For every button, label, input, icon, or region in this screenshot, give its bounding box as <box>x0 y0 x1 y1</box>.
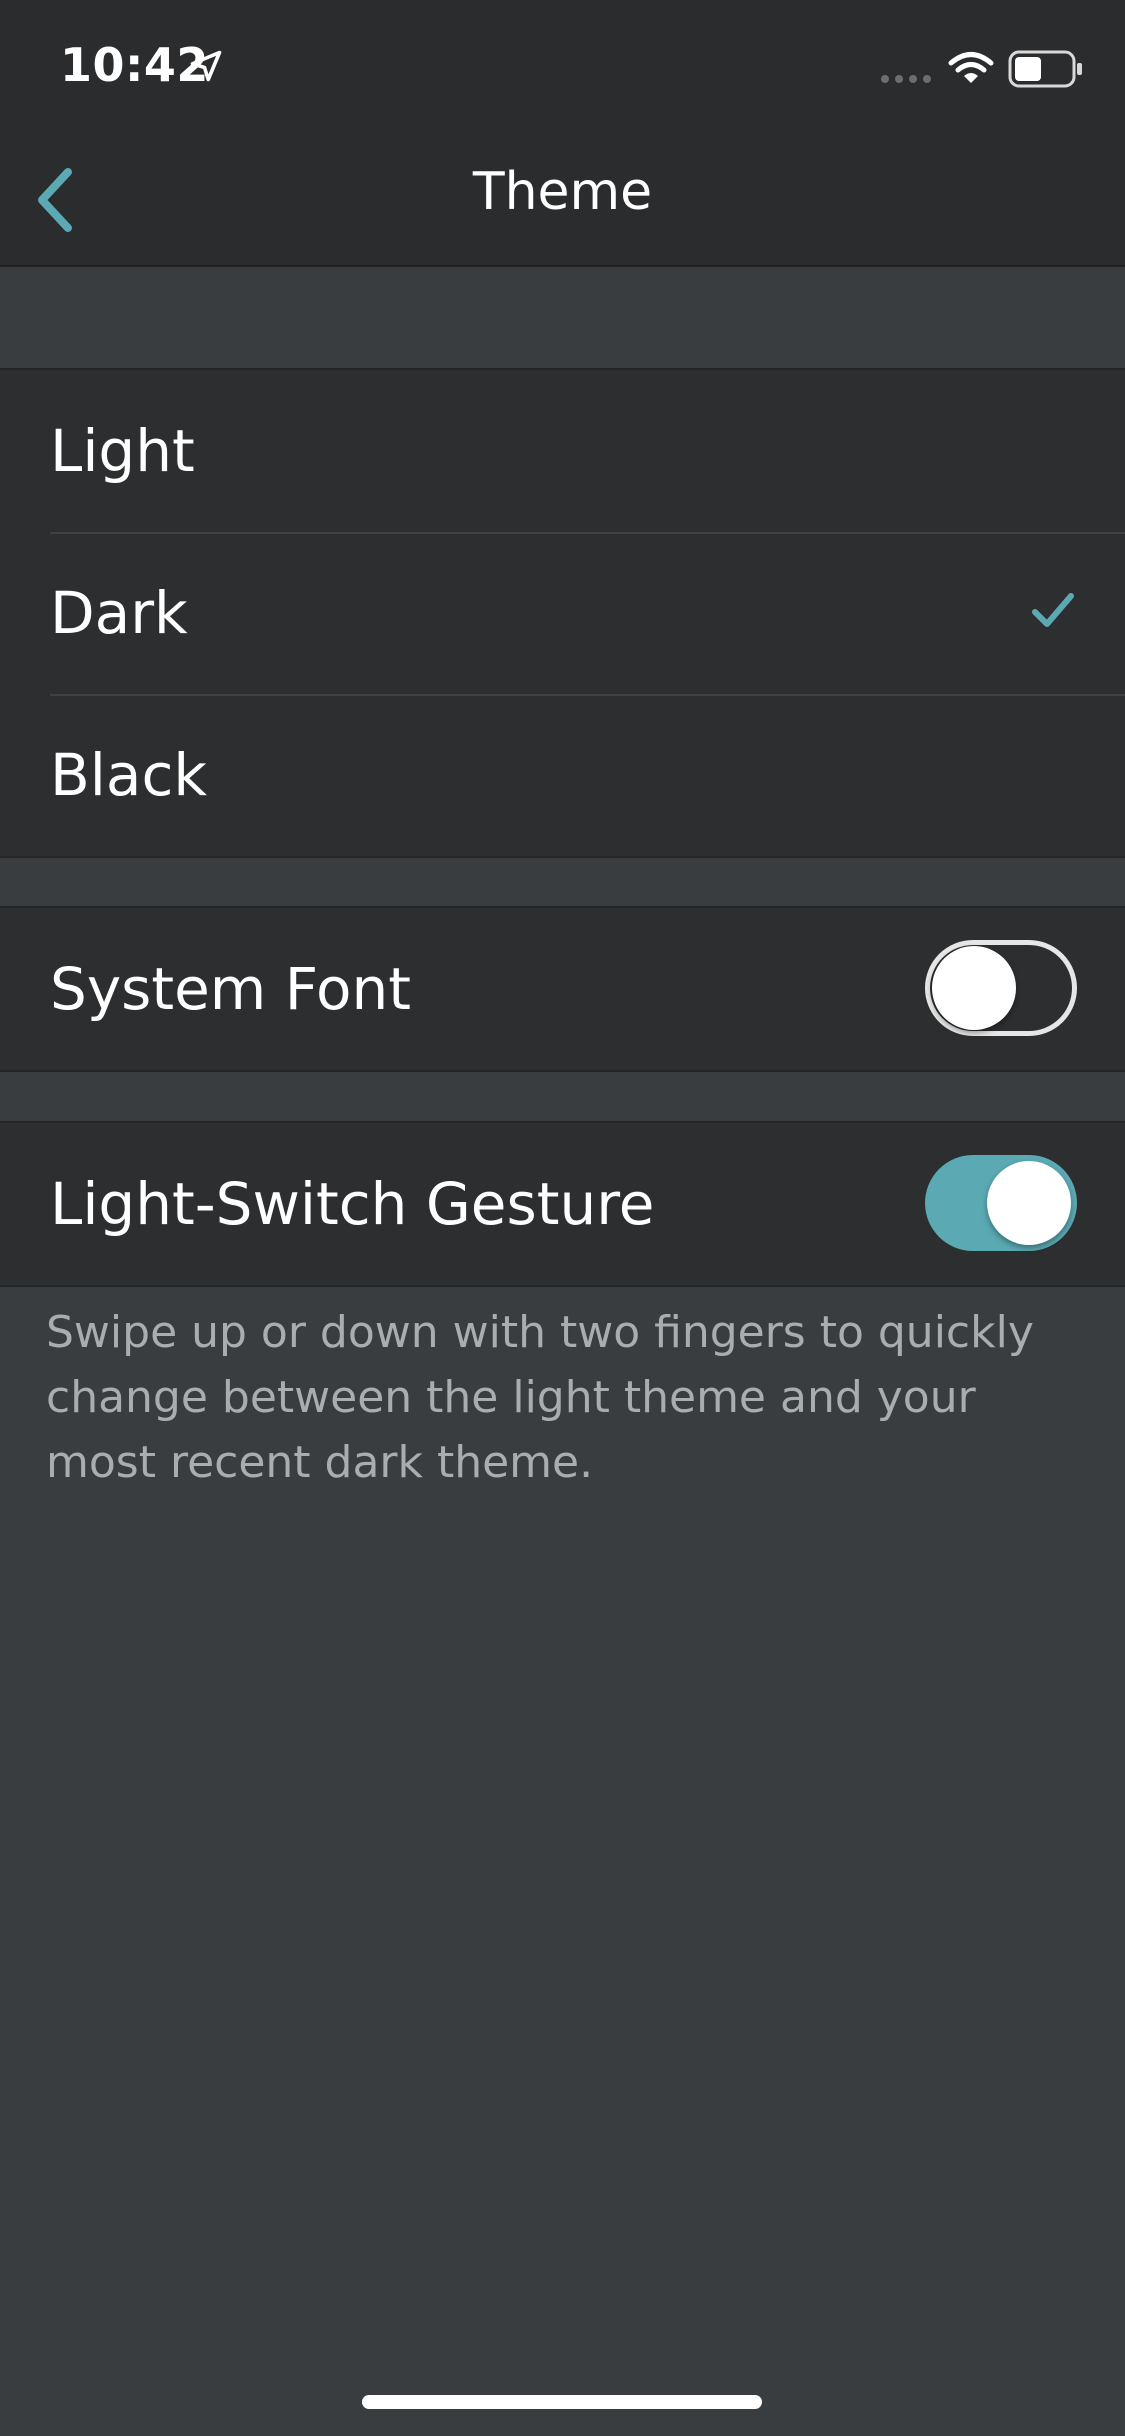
theme-option-label: Black <box>50 741 207 809</box>
page-title: Theme <box>472 162 653 222</box>
system-font-label: System Font <box>50 955 411 1023</box>
toggle-knob <box>932 946 1016 1030</box>
cellular-signal-icon <box>881 75 931 83</box>
navigation-bar: 10:42 Theme <box>0 0 1125 267</box>
theme-option-dark[interactable]: Dark <box>0 532 1125 694</box>
theme-option-label: Dark <box>50 579 188 647</box>
light-switch-toggle[interactable] <box>925 1155 1077 1251</box>
wifi-icon <box>948 52 994 83</box>
home-indicator[interactable] <box>362 2395 762 2409</box>
battery-icon <box>1008 50 1082 88</box>
light-switch-group: Light-Switch Gesture <box>0 1121 1125 1287</box>
theme-option-light[interactable]: Light <box>0 370 1125 532</box>
system-font-toggle[interactable] <box>925 940 1077 1036</box>
status-time: 10:42 <box>60 38 209 92</box>
checkmark-icon <box>1032 593 1074 627</box>
light-switch-row: Light-Switch Gesture <box>0 1123 1125 1285</box>
location-arrow-icon <box>190 50 222 82</box>
toggle-knob <box>987 1161 1071 1245</box>
theme-option-label: Light <box>50 417 195 485</box>
theme-options-list: Light Dark Black <box>0 368 1125 858</box>
light-switch-label: Light-Switch Gesture <box>50 1170 655 1238</box>
theme-option-black[interactable]: Black <box>0 694 1125 856</box>
light-switch-description: Swipe up or down with two fingers to qui… <box>46 1307 1034 1488</box>
theme-settings-screen: 10:42 Theme Light Dark Black System Font… <box>0 0 1125 2436</box>
system-font-group: System Font <box>0 906 1125 1072</box>
system-font-row: System Font <box>0 908 1125 1070</box>
